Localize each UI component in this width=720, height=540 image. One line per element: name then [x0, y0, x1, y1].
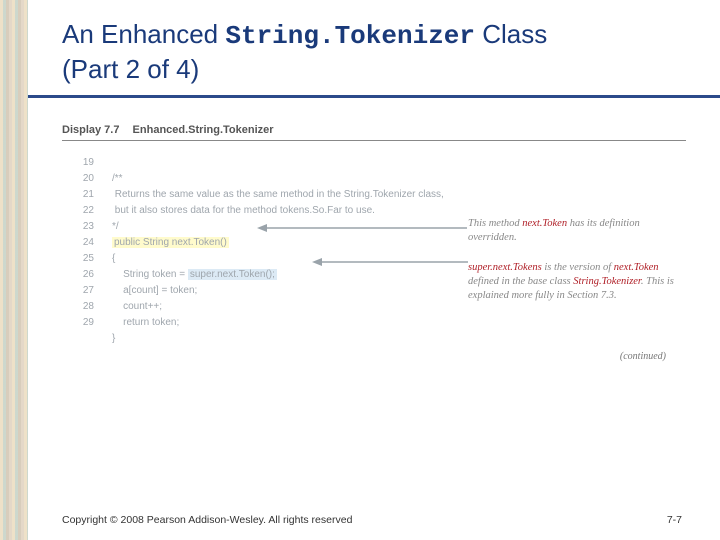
- line-gutter: 19 20 21 22 23 24 25 26 27 28 29: [68, 155, 94, 331]
- lineno: 28: [68, 299, 94, 315]
- lineno: 19: [68, 155, 94, 171]
- continued-label: (continued): [620, 351, 666, 362]
- title-block: An Enhanced String.Tokenizer Class (Part…: [62, 18, 686, 85]
- lineno: 25: [68, 251, 94, 267]
- decorative-side-stripe: [0, 0, 28, 540]
- title-codeword: String.Tokenizer: [225, 21, 475, 51]
- display-label: Display 7.7: [62, 124, 119, 136]
- codeline: {: [112, 253, 115, 264]
- lineno: 23: [68, 219, 94, 235]
- annotation-override: This method next.Token has its definitio…: [468, 217, 678, 245]
- codeline: String token =: [112, 269, 188, 280]
- copyright: Copyright © 2008 Pearson Addison-Wesley.…: [62, 514, 352, 526]
- lineno: 26: [68, 267, 94, 283]
- display-header: Display 7.7 Enhanced.String.Tokenizer: [62, 124, 686, 136]
- annotation-super: super.next.Tokens is the version of next…: [468, 261, 678, 304]
- codeline: but it also stores data for the method t…: [112, 205, 375, 216]
- anno2-mono3: String.Tokenizer: [573, 276, 641, 287]
- codeline-highlight-super: super.next.Token();: [188, 269, 277, 280]
- display-name: Enhanced.String.Tokenizer: [133, 124, 274, 136]
- anno2-mid2: defined in the base class: [468, 276, 573, 287]
- title-line-1: An Enhanced String.Tokenizer Class: [62, 18, 686, 53]
- anno2-mono1: super.next.Tokens: [468, 262, 542, 273]
- codeline: /**: [112, 173, 123, 184]
- anno2-mid1: is the version of: [542, 262, 614, 273]
- anno1-pre: This method: [468, 218, 522, 229]
- lineno: 21: [68, 187, 94, 203]
- codeline: count++;: [112, 301, 162, 312]
- display-rule: [62, 140, 686, 141]
- codeline-highlight-method: public String next.Token(): [112, 237, 229, 248]
- title-prefix: An Enhanced: [62, 19, 225, 49]
- title-underline: [28, 95, 720, 98]
- code-body: /** Returns the same value as the same m…: [112, 155, 444, 347]
- anno1-mono: next.Token: [522, 218, 567, 229]
- lineno: 22: [68, 203, 94, 219]
- codeline: a[count] = token;: [112, 285, 197, 296]
- slide-content: An Enhanced String.Tokenizer Class (Part…: [28, 0, 720, 540]
- codeline: }: [112, 333, 115, 344]
- anno2-mono2: next.Token: [614, 262, 659, 273]
- lineno: 29: [68, 315, 94, 331]
- codeline: Returns the same value as the same metho…: [112, 189, 444, 200]
- footer: Copyright © 2008 Pearson Addison-Wesley.…: [62, 514, 682, 526]
- title-suffix: Class: [475, 19, 547, 49]
- code-area: 19 20 21 22 23 24 25 26 27 28 29 /** Ret…: [62, 155, 686, 355]
- lineno: 20: [68, 171, 94, 187]
- page-number: 7-7: [667, 514, 682, 526]
- lineno: 24: [68, 235, 94, 251]
- codeline: */: [112, 221, 119, 232]
- codeline: return token;: [112, 317, 179, 328]
- lineno: 27: [68, 283, 94, 299]
- title-line-2: (Part 2 of 4): [62, 53, 686, 86]
